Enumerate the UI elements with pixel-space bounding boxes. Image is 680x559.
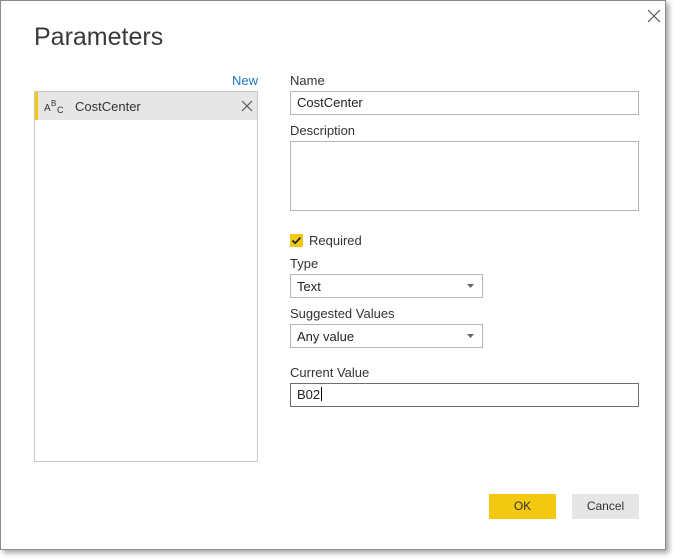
chevron-down-icon bbox=[467, 284, 474, 288]
current-value-label: Current Value bbox=[290, 365, 370, 380]
description-label: Description bbox=[290, 123, 356, 138]
type-select-value: Text bbox=[297, 279, 321, 294]
name-label: Name bbox=[290, 73, 325, 88]
current-value-text: B02 bbox=[297, 387, 321, 402]
parameter-list: A B C CostCenter bbox=[34, 91, 258, 462]
text-type-icon: A B C bbox=[44, 99, 64, 115]
svg-text:A: A bbox=[44, 103, 51, 114]
cancel-button[interactable]: Cancel bbox=[572, 494, 639, 519]
list-item-label: CostCenter bbox=[75, 99, 141, 114]
remove-icon[interactable] bbox=[241, 100, 253, 112]
chevron-down-icon bbox=[467, 334, 474, 338]
ok-button[interactable]: OK bbox=[489, 494, 556, 519]
text-caret bbox=[321, 387, 323, 401]
svg-text:C: C bbox=[57, 105, 64, 115]
suggested-values-select[interactable]: Any value bbox=[290, 324, 483, 348]
name-input[interactable]: CostCenter bbox=[290, 91, 639, 115]
suggested-values-label: Suggested Values bbox=[290, 306, 395, 321]
dialog-title: Parameters bbox=[34, 23, 164, 51]
svg-text:B: B bbox=[51, 99, 56, 108]
suggested-values-select-value: Any value bbox=[297, 329, 355, 344]
current-value-input[interactable]: B02 bbox=[290, 383, 639, 407]
close-icon[interactable] bbox=[645, 7, 663, 25]
description-input[interactable] bbox=[290, 141, 639, 211]
required-label: Required bbox=[309, 233, 362, 248]
required-checkbox[interactable] bbox=[290, 234, 303, 247]
type-select[interactable]: Text bbox=[290, 274, 483, 298]
new-parameter-link[interactable]: New bbox=[223, 73, 258, 88]
type-label: Type bbox=[290, 256, 319, 271]
parameters-dialog: Parameters New A B C CostCenter Name Cos… bbox=[0, 0, 666, 550]
list-item-costcenter[interactable]: A B C CostCenter bbox=[35, 92, 257, 120]
